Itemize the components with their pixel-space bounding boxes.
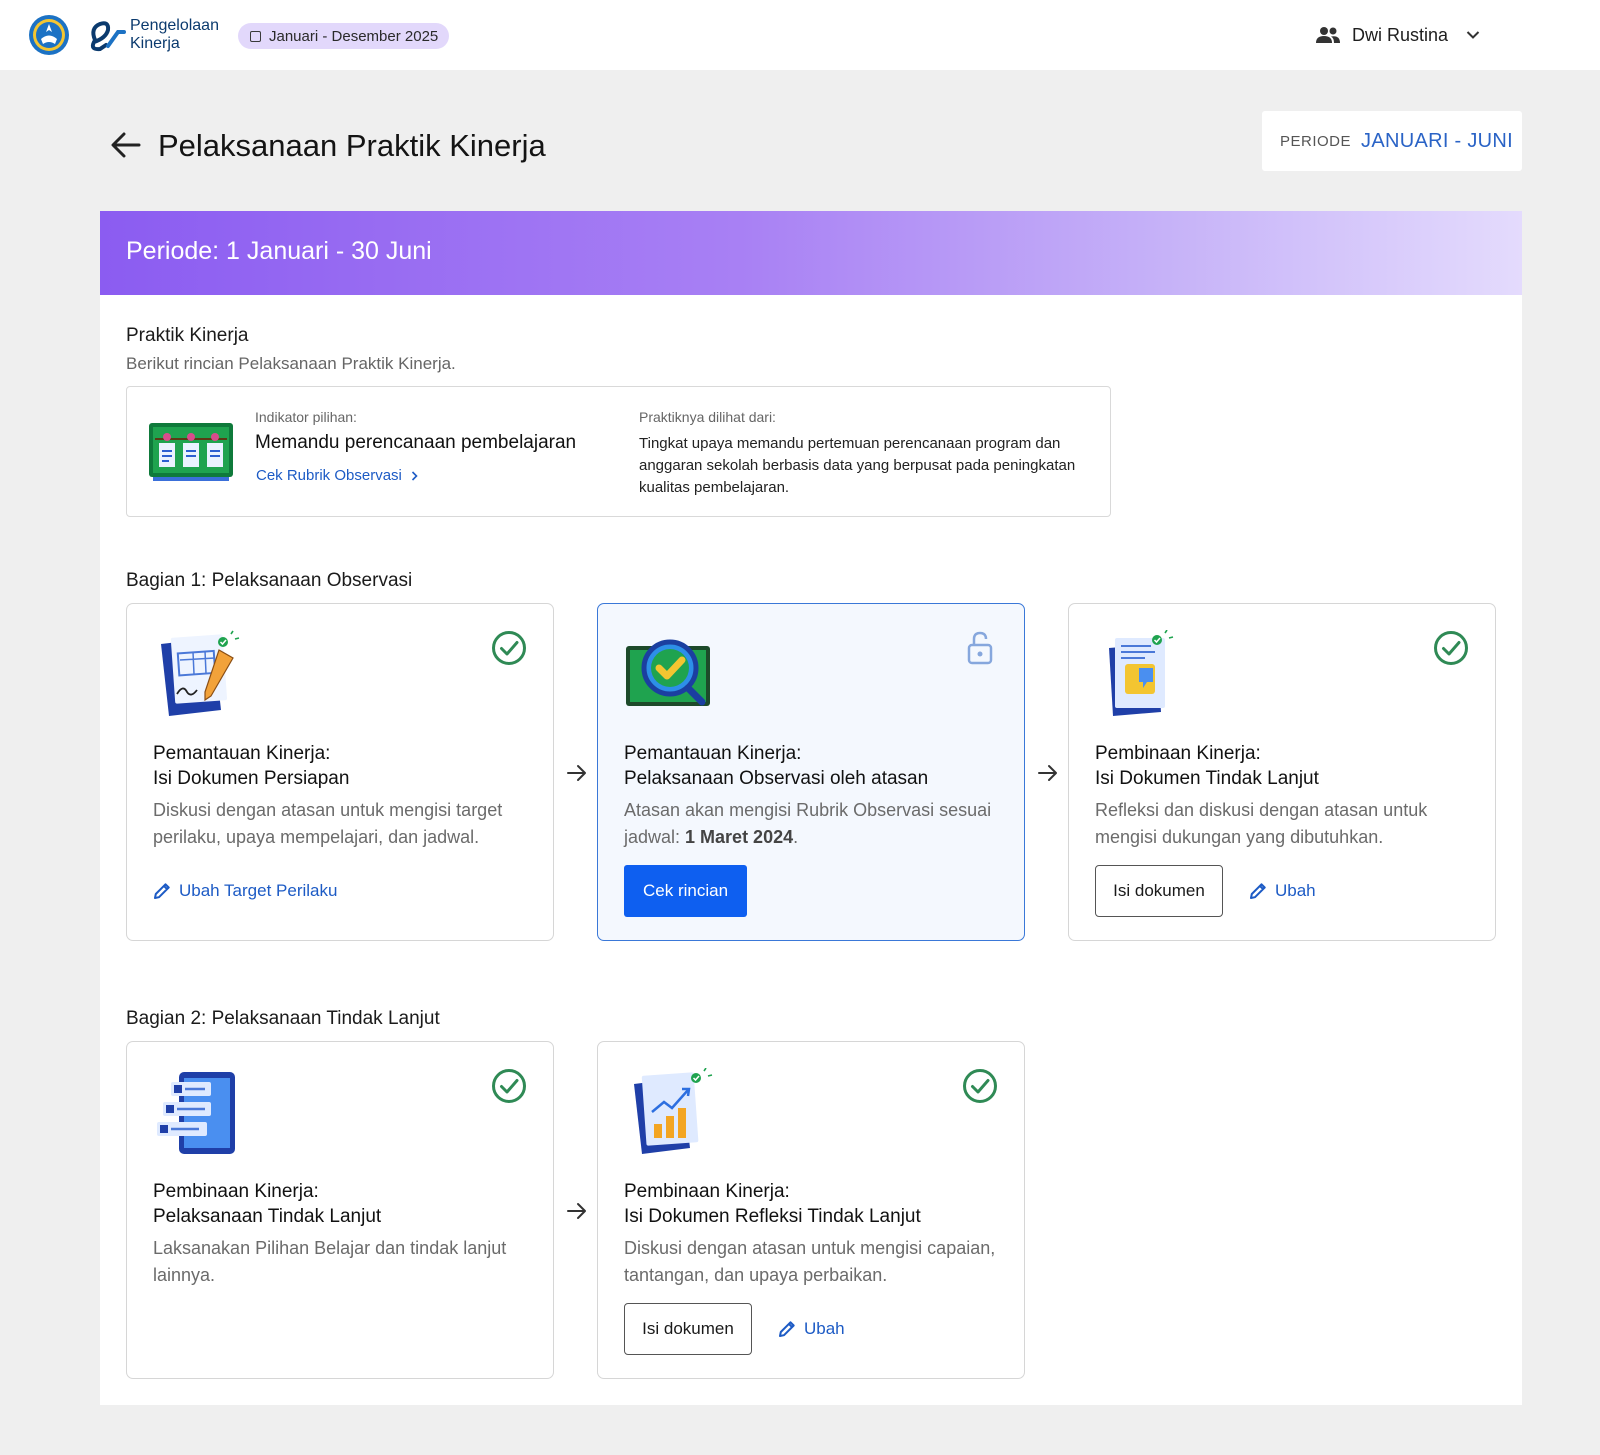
step-card-title: Pembinaan Kinerja: Isi Dokumen Tindak La… bbox=[1095, 741, 1319, 791]
unlock-icon bbox=[967, 631, 993, 665]
arrow-right-icon bbox=[1038, 765, 1057, 781]
step-card-title-line-2: Isi Dokumen Persiapan bbox=[153, 768, 350, 789]
document-chat-illustration-icon bbox=[1109, 630, 1174, 716]
indikator-value: Memandu perencanaan pembelajaran bbox=[255, 432, 577, 453]
ubah-link[interactable]: Ubah bbox=[778, 1319, 845, 1339]
arrow-right-icon bbox=[567, 1203, 586, 1219]
brand-line-2: Kinerja bbox=[130, 35, 180, 52]
ubah-link[interactable]: Ubah bbox=[1249, 881, 1316, 901]
step-card-title-line-1: Pemantauan Kinerja: bbox=[153, 743, 331, 764]
step-card-title: Pembinaan Kinerja: Pelaksanaan Tindak La… bbox=[153, 1179, 381, 1229]
period-banner-text: Periode: 1 Januari - 30 Juni bbox=[126, 237, 432, 265]
step-card-pelaksanaan-tindak-lanjut: Pembinaan Kinerja: Pelaksanaan Tindak La… bbox=[126, 1041, 554, 1379]
step-card-title-line-2: Pelaksanaan Tindak Lanjut bbox=[153, 1206, 382, 1227]
ubah-label: Ubah bbox=[804, 1319, 845, 1338]
cek-rubrik-observasi-link[interactable]: Cek Rubrik Observasi bbox=[256, 467, 418, 484]
check-circle-icon bbox=[492, 631, 526, 665]
step-card-title-line-1: Pembinaan Kinerja: bbox=[1095, 743, 1261, 764]
dilihat-dari-value: Tingkat upaya memandu pertemuan perencan… bbox=[639, 435, 1076, 496]
step-card-title: Pemantauan Kinerja: Isi Dokumen Persiapa… bbox=[153, 741, 349, 791]
step-card-title-line-2: Isi Dokumen Tindak Lanjut bbox=[1095, 768, 1319, 789]
step-card-title-line-1: Pemantauan Kinerja: bbox=[624, 743, 802, 764]
brand-line-1: Pengelolaan bbox=[130, 17, 219, 34]
step-card-isi-dokumen-refleksi: Pembinaan Kinerja: Isi Dokumen Refleksi … bbox=[597, 1041, 1025, 1379]
pencil-icon bbox=[1250, 883, 1266, 899]
isi-dokumen-button[interactable]: Isi dokumen bbox=[624, 1303, 752, 1355]
scheduled-date: 1 Maret 2024 bbox=[685, 827, 794, 847]
periode-indicator: PERIODE JANUARI - JUNI bbox=[1262, 111, 1522, 171]
check-circle-icon bbox=[963, 1069, 997, 1103]
checklist-tablet-illustration-icon bbox=[157, 1072, 235, 1154]
isi-dokumen-button[interactable]: Isi dokumen bbox=[1095, 865, 1223, 917]
step-card-title: Pemantauan Kinerja: Pelaksanaan Observas… bbox=[624, 741, 928, 791]
chevron-down-icon bbox=[1466, 31, 1480, 39]
periode-value: JANUARI - JUNI bbox=[1361, 129, 1513, 152]
arrow-right-icon bbox=[567, 765, 586, 781]
bagian-2-title: Bagian 2: Pelaksanaan Tindak Lanjut bbox=[126, 1008, 440, 1029]
step-card-title-line-2: Isi Dokumen Refleksi Tindak Lanjut bbox=[624, 1206, 921, 1227]
step-card-pelaksanaan-observasi: Pemantauan Kinerja: Pelaksanaan Observas… bbox=[597, 603, 1025, 941]
periode-label: PERIODE bbox=[1280, 132, 1352, 150]
step-card-description: Diskusi dengan atasan untuk mengisi capa… bbox=[624, 1238, 996, 1285]
indikator-label: Indikator pilihan: bbox=[255, 409, 357, 425]
step-card-description: Atasan akan mengisi Rubrik Observasi ses… bbox=[624, 797, 1004, 851]
ubah-target-perilaku-label: Ubah Target Perilaku bbox=[179, 881, 338, 900]
step-card-actions: Isi dokumen Ubah bbox=[1095, 865, 1316, 917]
period-banner: Periode: 1 Januari - 30 Juni bbox=[100, 211, 1522, 295]
desc-text-end: . bbox=[793, 827, 799, 847]
back-arrow-icon[interactable] bbox=[110, 130, 142, 160]
page-title: Pelaksanaan Praktik Kinerja bbox=[158, 128, 546, 163]
report-chart-illustration-icon bbox=[634, 1068, 713, 1154]
users-icon bbox=[1316, 27, 1340, 43]
praktik-kinerja-title: Praktik Kinerja bbox=[126, 325, 249, 346]
dilihat-dari-label: Praktiknya dilihat dari: bbox=[639, 409, 776, 425]
cek-rubrik-label: Cek Rubrik Observasi bbox=[256, 467, 402, 484]
ubah-label: Ubah bbox=[1275, 881, 1316, 900]
pencil-icon bbox=[154, 883, 170, 899]
kinerja-logo-icon bbox=[90, 21, 126, 52]
brand-logo[interactable]: Pengelolaan Kinerja bbox=[86, 16, 226, 56]
ubah-target-perilaku-link[interactable]: Ubah Target Perilaku bbox=[153, 881, 337, 901]
step-card-description: Diskusi dengan atasan untuk mengisi targ… bbox=[153, 800, 503, 847]
praktik-kinerja-subtitle: Berikut rincian Pelaksanaan Praktik Kine… bbox=[126, 354, 456, 373]
tut-wuri-handayani-logo-icon[interactable] bbox=[28, 14, 70, 56]
check-circle-icon bbox=[1434, 631, 1468, 665]
user-name: Dwi Rustina bbox=[1352, 24, 1449, 45]
indikator-info-box: Indikator pilihan: Memandu perencanaan p… bbox=[126, 386, 1111, 517]
step-card-title-line-1: Pembinaan Kinerja: bbox=[624, 1181, 790, 1202]
step-card-actions: Cek rincian bbox=[624, 865, 748, 917]
brand-name: Pengelolaan Kinerja bbox=[130, 17, 219, 53]
period-chip-label: Januari - Desember 2025 bbox=[269, 27, 439, 45]
step-card-isi-dokumen-tindak-lanjut: Pembinaan Kinerja: Isi Dokumen Tindak La… bbox=[1068, 603, 1496, 941]
pencil-icon bbox=[779, 1321, 795, 1337]
magnifier-check-illustration-icon bbox=[626, 639, 710, 706]
checklist-board-illustration-icon bbox=[149, 423, 233, 481]
step-card-title-line-1: Pembinaan Kinerja: bbox=[153, 1181, 319, 1202]
step-card-description: Refleksi dan diskusi dengan atasan untuk… bbox=[1095, 800, 1428, 847]
desc-text: Atasan akan mengisi Rubrik Observasi ses… bbox=[624, 800, 992, 847]
top-navigation-bar: Pengelolaan Kinerja Januari - Desember 2… bbox=[0, 0, 1600, 70]
document-signing-illustration-icon bbox=[161, 630, 240, 716]
step-card-description: Laksanakan Pilihan Belajar dan tindak la… bbox=[153, 1238, 507, 1285]
step-card-title-line-2: Pelaksanaan Observasi oleh atasan bbox=[624, 768, 929, 789]
check-circle-icon bbox=[492, 1069, 526, 1103]
user-menu[interactable]: Dwi Rustina bbox=[1316, 20, 1480, 50]
step-card-title: Pembinaan Kinerja: Isi Dokumen Refleksi … bbox=[624, 1179, 921, 1229]
step-card-actions: Ubah Target Perilaku bbox=[153, 865, 337, 917]
chevron-right-icon bbox=[411, 470, 418, 481]
step-card-actions: Isi dokumen Ubah bbox=[624, 1303, 845, 1355]
step-card-isi-dokumen-persiapan: Pemantauan Kinerja: Isi Dokumen Persiapa… bbox=[126, 603, 554, 941]
bagian-1-title: Bagian 1: Pelaksanaan Observasi bbox=[126, 570, 413, 591]
period-selector-chip[interactable]: Januari - Desember 2025 bbox=[238, 23, 450, 49]
calendar-icon bbox=[250, 30, 261, 42]
cek-rincian-button[interactable]: Cek rincian bbox=[624, 865, 748, 917]
main-content-card: Periode: 1 Januari - 30 Juni Praktik Kin… bbox=[100, 211, 1522, 1405]
